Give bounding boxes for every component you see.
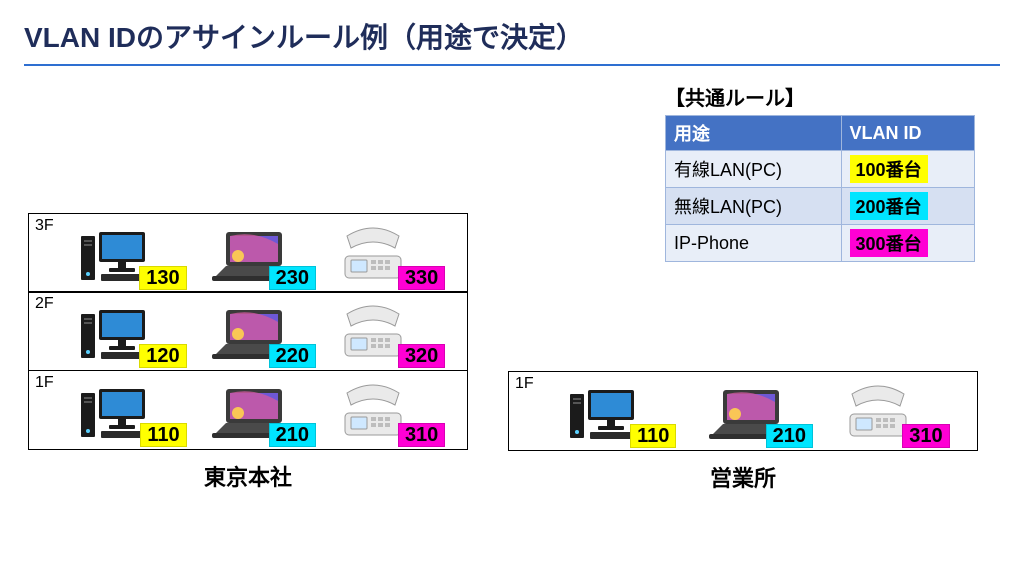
vlan-tag-wired: 110	[140, 423, 186, 447]
vlan-tag-phone: 330	[398, 266, 445, 290]
page-title: VLAN IDのアサインルール例（用途で決定）	[24, 16, 1000, 62]
title-underline	[24, 64, 1000, 66]
device-row: 120 220 320	[69, 300, 457, 366]
laptop-device: 220	[208, 304, 318, 366]
vlan-tag-phone: 310	[398, 423, 445, 447]
rule-vlan: 200番台	[841, 188, 974, 225]
laptop-device: 210	[208, 383, 318, 445]
laptop-device: 230	[208, 226, 318, 288]
rule-use: IP-Phone	[666, 225, 842, 262]
rule-use: 有線LAN(PC)	[666, 151, 842, 188]
vlan-tag-phone: 320	[398, 344, 445, 368]
device-row: 130 230 330	[69, 222, 457, 288]
vlan-tag-wireless: 220	[269, 344, 316, 368]
laptop-device: 210	[705, 384, 815, 446]
vlan-tag-wireless: 210	[269, 423, 316, 447]
device-row: 110 210 310	[69, 379, 457, 445]
rule-use: 無線LAN(PC)	[666, 188, 842, 225]
branch-building: 1F 110 210 310 営業所	[508, 372, 978, 493]
phone-device: 330	[337, 226, 447, 288]
phone-device: 310	[337, 383, 447, 445]
phone-device: 310	[842, 384, 952, 446]
rule-row: 無線LAN(PC) 200番台	[666, 188, 975, 225]
rule-row: 有線LAN(PC) 100番台	[666, 151, 975, 188]
rule-vlan: 100番台	[841, 151, 974, 188]
vlan-tag-wired: 130	[139, 266, 186, 290]
vlan-chip-wired: 100番台	[850, 155, 928, 183]
hq-floor: 1F 110 210 310	[28, 370, 468, 450]
hq-building: 3F 130 230 330 2F	[28, 214, 468, 492]
slide: VLAN IDのアサインルール例（用途で決定） 【共通ルール】 用途 VLAN …	[0, 0, 1024, 586]
vlan-chip-phone: 300番台	[850, 229, 928, 257]
floor-label: 3F	[35, 217, 54, 235]
floor-label: 1F	[515, 375, 534, 393]
hq-floor: 3F 130 230 330	[28, 213, 468, 293]
vlan-tag-wireless: 210	[766, 424, 813, 448]
floor-label: 2F	[35, 295, 54, 313]
desktop-device: 110	[568, 384, 678, 446]
branch-floor: 1F 110 210 310	[508, 371, 978, 451]
vlan-tag-wired: 110	[630, 424, 676, 448]
desktop-device: 120	[79, 304, 189, 366]
common-rule-block: 【共通ルール】 用途 VLAN ID 有線LAN(PC) 100番台 無線LAN…	[665, 82, 975, 262]
vlan-tag-wireless: 230	[269, 266, 316, 290]
branch-caption: 営業所	[508, 461, 978, 493]
vlan-tag-phone: 310	[902, 424, 949, 448]
phone-device: 320	[337, 304, 447, 366]
desktop-device: 130	[79, 226, 189, 288]
rule-row: IP-Phone 300番台	[666, 225, 975, 262]
rule-col-use: 用途	[666, 116, 842, 151]
desktop-device: 110	[79, 383, 189, 445]
vlan-chip-wireless: 200番台	[850, 192, 928, 220]
common-rule-heading: 【共通ルール】	[665, 82, 975, 111]
hq-floor: 2F 120 220 320	[28, 291, 468, 371]
hq-caption: 東京本社	[28, 460, 468, 492]
rule-vlan: 300番台	[841, 225, 974, 262]
common-rule-table: 用途 VLAN ID 有線LAN(PC) 100番台 無線LAN(PC) 200…	[665, 115, 975, 262]
floor-label: 1F	[35, 374, 54, 392]
device-row: 110 210 310	[555, 380, 965, 446]
rule-col-vlan: VLAN ID	[841, 116, 974, 151]
vlan-tag-wired: 120	[139, 344, 186, 368]
